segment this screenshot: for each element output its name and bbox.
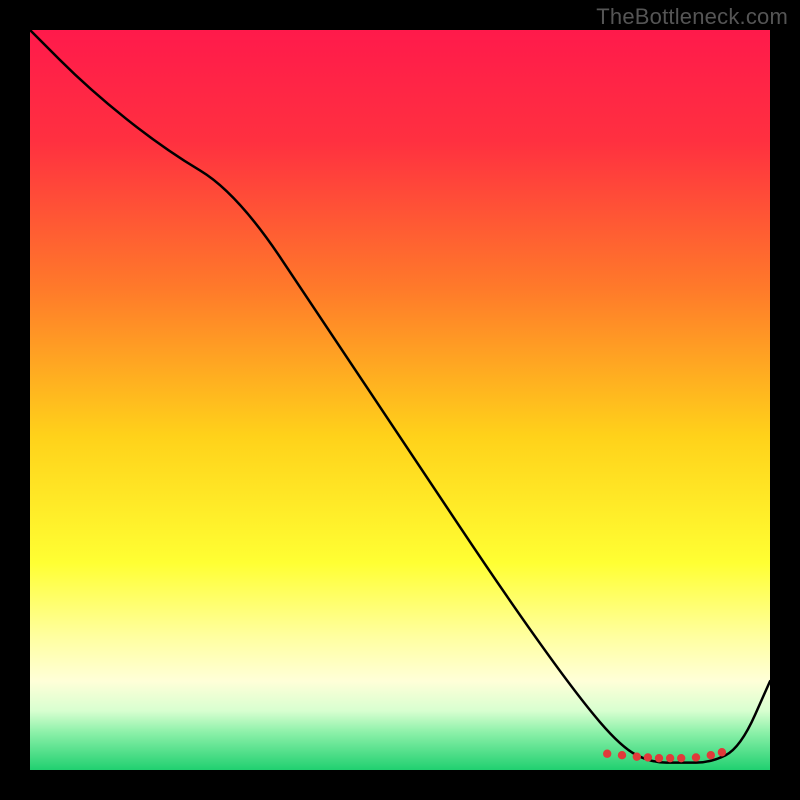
marker-dot	[655, 754, 663, 762]
marker-dot	[644, 753, 652, 761]
marker-dot	[666, 754, 674, 762]
marker-dot	[692, 753, 700, 761]
watermark-text: TheBottleneck.com	[596, 4, 788, 30]
marker-dot	[603, 750, 611, 758]
chart-svg	[30, 30, 770, 770]
marker-dot	[677, 754, 685, 762]
plot-area	[30, 30, 770, 770]
marker-dot	[633, 752, 641, 760]
gradient-background	[30, 30, 770, 770]
marker-dot	[707, 751, 715, 759]
marker-dot	[718, 748, 726, 756]
marker-dot	[618, 751, 626, 759]
chart-container: TheBottleneck.com	[0, 0, 800, 800]
